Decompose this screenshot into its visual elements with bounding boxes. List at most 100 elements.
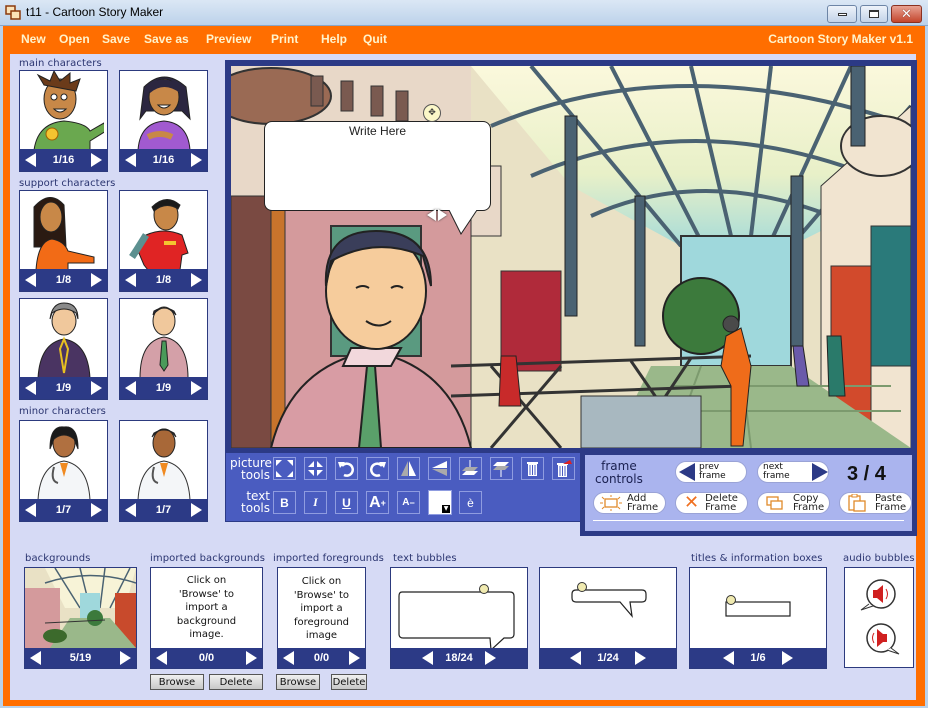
delete-background-button[interactable]: Delete (209, 674, 263, 690)
delete-foreground-button[interactable]: Delete (331, 674, 367, 690)
minimize-button[interactable] (827, 5, 857, 23)
prev-arrow-icon[interactable] (570, 651, 582, 665)
next-arrow-icon[interactable] (90, 503, 102, 517)
boy-red-shirt-character[interactable] (120, 191, 207, 270)
prev-arrow-icon[interactable] (25, 381, 36, 395)
text-bubble-counter: 18/24 (445, 652, 473, 664)
italic-button[interactable]: I (304, 491, 327, 514)
prev-arrow-icon[interactable] (422, 651, 434, 665)
next-arrow-icon[interactable] (190, 273, 202, 287)
prev-arrow-icon[interactable] (125, 153, 136, 167)
accent-characters-button[interactable]: è (459, 491, 482, 514)
send-backward-button[interactable] (490, 457, 513, 480)
next-arrow-icon[interactable] (90, 153, 102, 167)
prev-arrow-icon[interactable] (283, 651, 294, 665)
menu-save[interactable]: Save (102, 32, 130, 46)
female-doctor-character[interactable] (20, 421, 107, 500)
prev-arrow-icon[interactable] (25, 153, 36, 167)
browse-background-button[interactable]: Browse (150, 674, 204, 690)
text-bubble-card[interactable]: 18/24 (390, 567, 528, 669)
title-box-thumbnail[interactable] (690, 568, 826, 648)
delete-all-button[interactable] (552, 457, 575, 480)
menu-help[interactable]: Help (321, 32, 347, 46)
menu-print[interactable]: Print (271, 32, 298, 46)
girl-purple-shirt-character[interactable] (120, 71, 207, 150)
small-bubble-thumbnail[interactable] (540, 568, 676, 648)
menu-save-as[interactable]: Save as (144, 32, 189, 46)
character-card[interactable]: 1/8 (19, 190, 108, 292)
character-card[interactable]: 1/8 (119, 190, 208, 292)
next-arrow-icon[interactable] (90, 273, 102, 287)
audio-bubble-speaker-left-icon[interactable] (866, 623, 900, 655)
prev-arrow-icon[interactable] (25, 273, 36, 287)
background-card[interactable]: 5/19 (24, 567, 137, 669)
next-arrow-icon[interactable] (190, 381, 202, 395)
character-card[interactable]: 1/9 (19, 298, 108, 400)
menu-preview[interactable]: Preview (206, 32, 251, 46)
character-card[interactable]: 1/16 (19, 70, 108, 172)
large-bubble-thumbnail[interactable] (391, 568, 527, 652)
mall-background-thumbnail[interactable] (25, 567, 137, 648)
maximize-button[interactable] (860, 5, 888, 23)
character-card[interactable]: 1/7 (19, 420, 108, 522)
add-frame-button[interactable]: Add Frame (593, 492, 666, 514)
prev-arrow-icon[interactable] (30, 651, 41, 665)
font-smaller-button[interactable]: A − (397, 491, 420, 514)
next-arrow-icon[interactable] (119, 651, 131, 665)
boy-green-shirt-character[interactable] (20, 71, 107, 150)
prev-arrow-icon[interactable] (723, 651, 735, 665)
story-canvas[interactable]: Write Here ✥ (231, 66, 911, 448)
character-card[interactable]: 1/16 (119, 70, 208, 172)
prev-arrow-icon[interactable] (125, 273, 136, 287)
male-doctor-character[interactable] (120, 421, 207, 500)
next-arrow-icon[interactable] (190, 153, 202, 167)
next-frame-button[interactable]: next frame (757, 461, 829, 483)
audio-bubble-speaker-right-icon[interactable] (860, 579, 896, 611)
close-button[interactable]: ✕ (891, 5, 922, 23)
next-arrow-icon[interactable] (484, 651, 496, 665)
delete-object-button[interactable] (521, 457, 544, 480)
underline-button[interactable]: U (335, 491, 358, 514)
prev-arrow-icon[interactable] (156, 651, 167, 665)
title-box-card[interactable]: 1/6 (689, 567, 827, 669)
character-card[interactable]: 1/9 (119, 298, 208, 400)
menu-new[interactable]: New (21, 32, 46, 46)
menu-open[interactable]: Open (59, 32, 90, 46)
next-arrow-icon[interactable] (245, 651, 257, 665)
next-arrow-icon[interactable] (190, 503, 202, 517)
trash-all-icon (557, 460, 572, 477)
paste-frame-button[interactable]: Paste Frame (839, 492, 912, 514)
font-bigger-button[interactable]: A + (366, 491, 389, 514)
bubble-text[interactable]: Write Here (265, 124, 490, 138)
shrink-button[interactable] (304, 457, 327, 480)
move-handle-icon[interactable]: ✥ (423, 104, 441, 122)
next-arrow-icon[interactable] (90, 381, 102, 395)
bold-button[interactable]: B (273, 491, 296, 514)
prev-arrow-icon[interactable] (25, 503, 36, 517)
delete-frame-button[interactable]: ✕ Delete Frame (675, 492, 748, 514)
bring-forward-button[interactable] (459, 457, 482, 480)
tail-right-arrow-icon[interactable] (438, 209, 447, 221)
prev-arrow-icon[interactable] (125, 503, 136, 517)
prev-arrow-icon[interactable] (125, 381, 136, 395)
flip-horizontal-button[interactable] (397, 457, 420, 480)
character-card[interactable]: 1/7 (119, 420, 208, 522)
grey-haired-woman-character[interactable] (20, 299, 107, 378)
rotate-right-button[interactable] (366, 457, 389, 480)
text-bubble-card[interactable]: 1/24 (539, 567, 677, 669)
rotate-left-button[interactable] (335, 457, 358, 480)
tail-left-arrow-icon[interactable] (427, 209, 436, 221)
speech-bubble[interactable]: Write Here (264, 121, 491, 211)
text-color-picker[interactable]: ▼ (428, 490, 452, 515)
prev-frame-button[interactable]: prev frame (675, 461, 747, 483)
man-pink-shirt-tie-character[interactable] (120, 299, 207, 378)
woman-orange-top-character[interactable] (20, 191, 107, 270)
menu-quit[interactable]: Quit (363, 32, 387, 46)
copy-frame-button[interactable]: Copy Frame (757, 492, 830, 514)
browse-foreground-button[interactable]: Browse (276, 674, 320, 690)
next-arrow-icon[interactable] (348, 651, 360, 665)
next-arrow-icon[interactable] (781, 651, 793, 665)
next-arrow-icon[interactable] (634, 651, 646, 665)
enlarge-button[interactable] (273, 457, 296, 480)
flip-vertical-button[interactable] (428, 457, 451, 480)
